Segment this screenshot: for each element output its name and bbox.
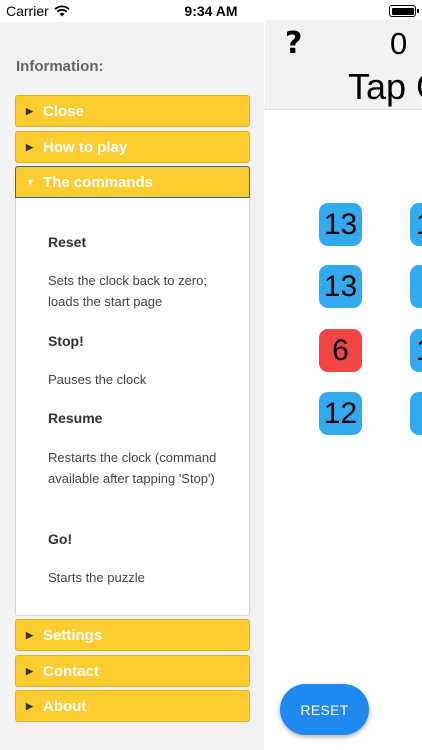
- caret-right-icon: ▶: [26, 141, 33, 152]
- accordion-label: How to play: [43, 138, 128, 156]
- accordion-label: The commands: [43, 173, 154, 191]
- panel-title: Information:: [16, 58, 104, 75]
- puzzle-tile[interactable]: 12: [319, 392, 362, 435]
- puzzle-tile[interactable]: [410, 392, 422, 435]
- accordion-commands[interactable]: ▼ The commands: [15, 166, 250, 198]
- accordion-close[interactable]: ▶ Close: [15, 95, 250, 127]
- status-bar: Carrier 9:34 AM: [0, 0, 422, 22]
- reset-button[interactable]: RESET: [280, 684, 369, 735]
- puzzle-tile[interactable]: 1: [410, 203, 422, 246]
- command-description: Sets the clock back to zero; loads the s…: [48, 273, 207, 309]
- help-button[interactable]: ?: [285, 26, 302, 61]
- puzzle-tile[interactable]: 6: [319, 329, 362, 372]
- caret-down-icon: ▼: [26, 177, 35, 187]
- command-description: Restarts the clock (command available af…: [48, 450, 217, 486]
- caret-right-icon: ▶: [26, 665, 33, 676]
- accordion-label: Contact: [43, 662, 99, 680]
- accordion-label: About: [43, 697, 87, 715]
- accordion-about[interactable]: ▶ About: [15, 690, 250, 722]
- commands-content: Reset Sets the clock back to zero; loads…: [15, 198, 250, 616]
- caret-right-icon: ▶: [26, 700, 33, 711]
- puzzle-tile[interactable]: 1: [410, 329, 422, 372]
- command-title: Stop!: [48, 333, 84, 349]
- status-time: 9:34 AM: [184, 3, 238, 19]
- accordion-label: Settings: [43, 626, 103, 644]
- tap-instruction: Tap G: [348, 66, 422, 107]
- move-counter: 0: [390, 26, 408, 61]
- battery-icon: [389, 5, 419, 17]
- puzzle-tile[interactable]: 13: [319, 203, 362, 246]
- caret-right-icon: ▶: [26, 629, 33, 640]
- command-title: Resume: [48, 410, 103, 426]
- caret-right-icon: ▶: [26, 105, 33, 116]
- command-title: Reset: [48, 234, 87, 250]
- puzzle-tile[interactable]: 13: [319, 265, 362, 308]
- command-description: Pauses the clock: [48, 372, 147, 387]
- accordion-label: Close: [43, 102, 84, 120]
- accordion-contact[interactable]: ▶ Contact: [15, 655, 250, 687]
- puzzle-tile[interactable]: [410, 265, 422, 308]
- accordion-settings[interactable]: ▶ Settings: [15, 619, 250, 651]
- command-description: Starts the puzzle: [48, 570, 145, 585]
- app-screen: Carrier 9:34 AM ? 0 Tap G 13 1 13 6 1 12…: [0, 0, 422, 750]
- accordion-how-to-play[interactable]: ▶ How to play: [15, 131, 250, 163]
- command-title: Go!: [48, 531, 73, 547]
